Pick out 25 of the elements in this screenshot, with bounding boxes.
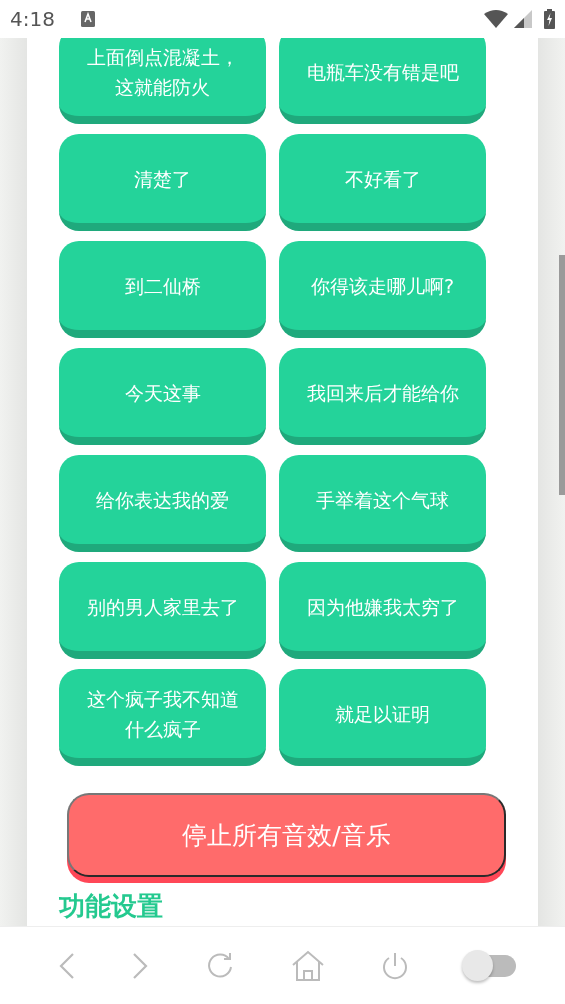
status-time: 4:18 — [10, 7, 55, 31]
sound-button[interactable]: 就足以证明 — [279, 669, 486, 766]
keyboard-notification-icon — [80, 11, 95, 27]
sound-button[interactable]: 我回来后才能给你 — [279, 348, 486, 445]
home-icon[interactable] — [292, 949, 325, 982]
sound-button[interactable]: 到二仙桥 — [59, 241, 266, 338]
sound-button[interactable]: 手举着这个气球 — [279, 455, 486, 552]
back-icon[interactable] — [58, 951, 75, 980]
sound-button[interactable]: 因为他嫌我太穷了 — [279, 562, 486, 659]
section-heading: 功能设置 — [59, 891, 164, 921]
sound-button[interactable]: 不好看了 — [279, 134, 486, 231]
sound-button[interactable]: 给你表达我的爱 — [59, 455, 266, 552]
signal-icon — [514, 10, 532, 28]
sound-button[interactable]: 清楚了 — [59, 134, 266, 231]
sound-button[interactable]: 电瓶车没有错是吧 — [279, 38, 486, 124]
forward-icon[interactable] — [131, 951, 148, 980]
scrollbar[interactable] — [559, 255, 565, 495]
wifi-icon — [484, 10, 508, 28]
battery-charging-icon — [544, 9, 555, 29]
sound-button[interactable]: 你得该走哪儿啊? — [279, 241, 486, 338]
sound-button[interactable]: 别的男人家里去了 — [59, 562, 266, 659]
sound-button[interactable]: 今天这事 — [59, 348, 266, 445]
sound-button[interactable]: 上面倒点混凝土，这就能防火 — [59, 38, 266, 124]
power-icon[interactable] — [381, 950, 410, 981]
sound-button[interactable]: 这个疯子我不知道什么疯子 — [59, 669, 266, 766]
